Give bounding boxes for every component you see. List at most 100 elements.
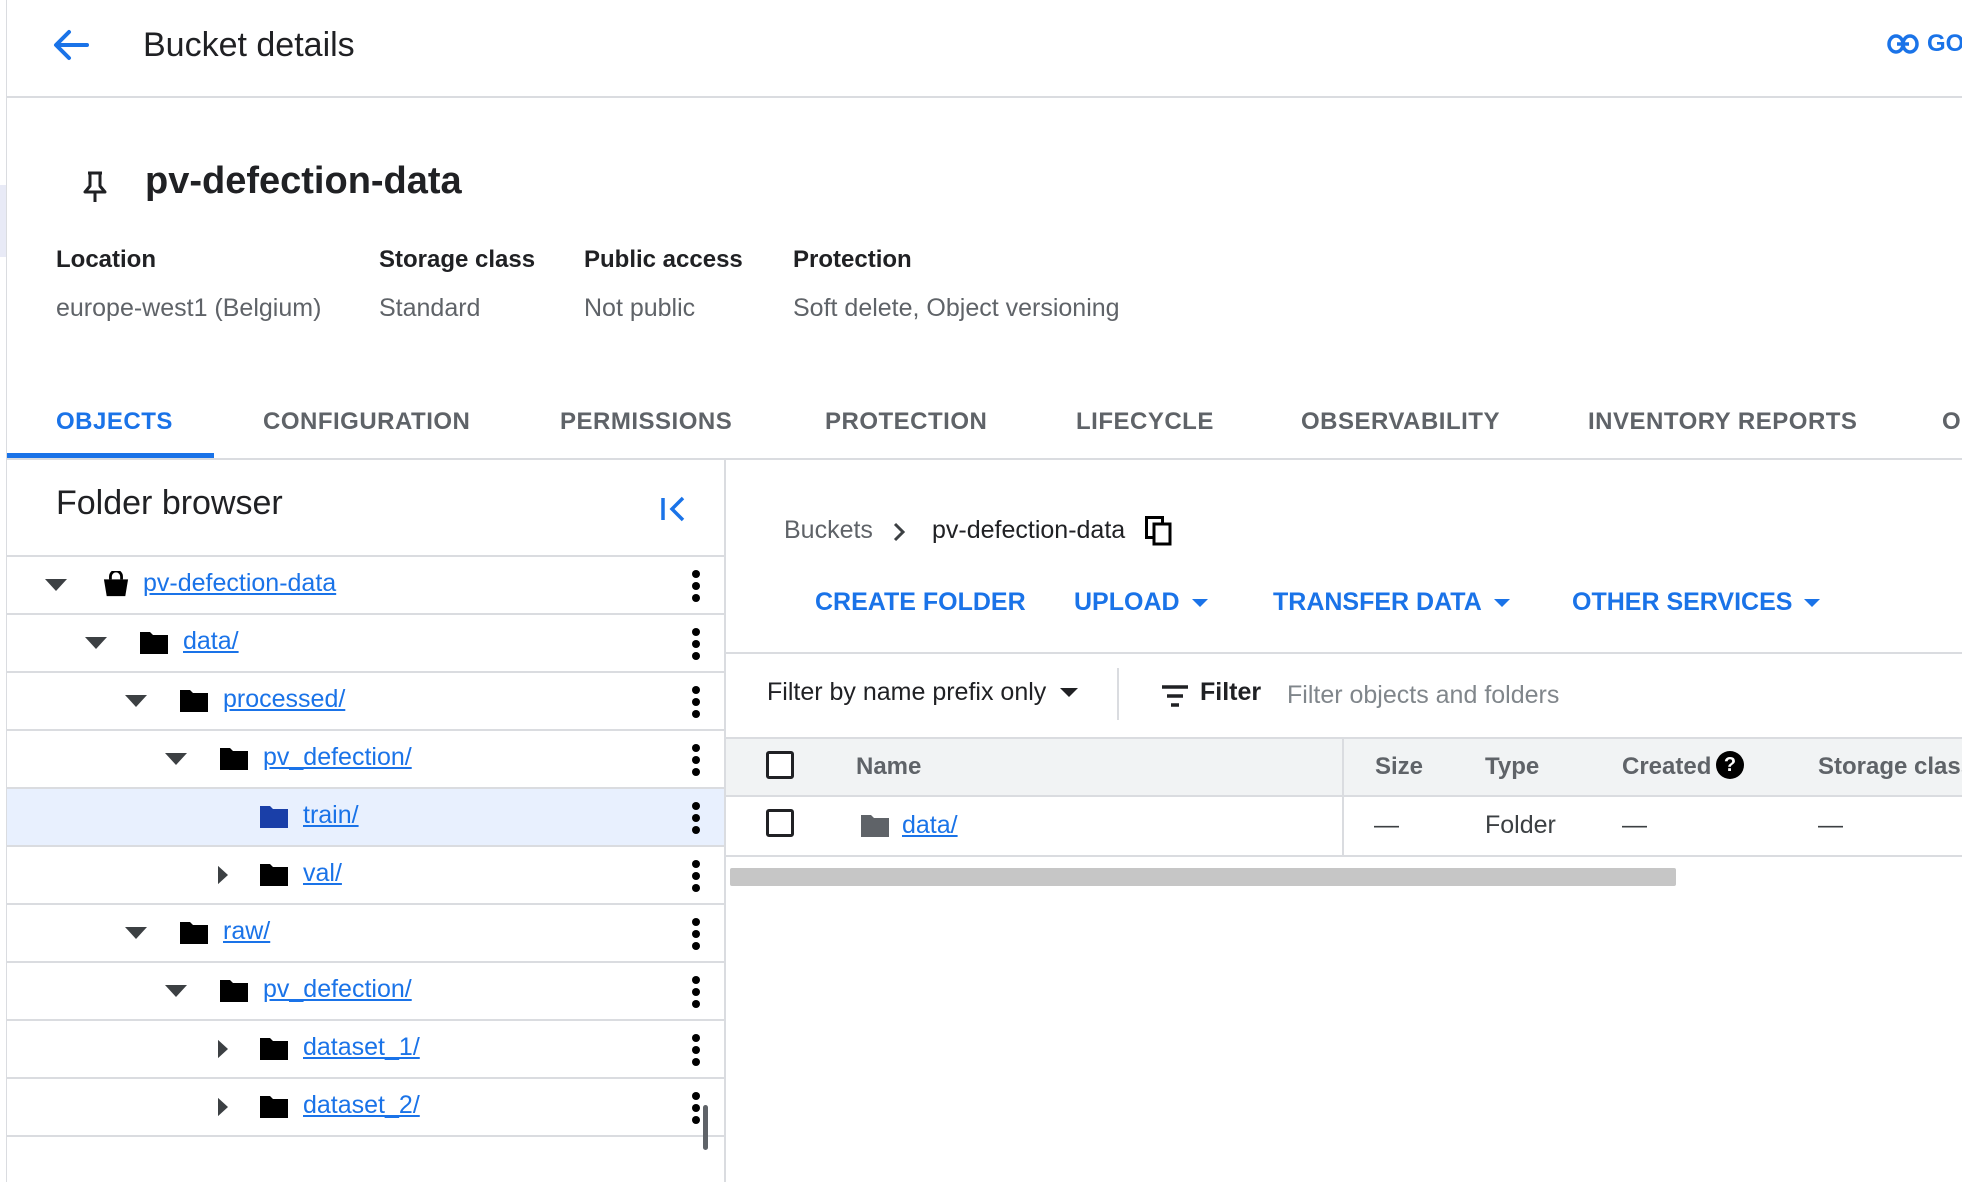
left-edge-marker xyxy=(0,185,6,257)
transfer-data-label: TRANSFER DATA xyxy=(1273,588,1482,616)
more-vert-icon[interactable] xyxy=(691,569,701,603)
tab-configuration[interactable]: CONFIGURATION xyxy=(263,408,470,436)
tree-link-processed[interactable]: processed/ xyxy=(223,685,345,714)
column-size[interactable]: Size xyxy=(1375,753,1423,781)
tab-overflow[interactable]: O xyxy=(1942,408,1961,436)
caret-down-icon[interactable] xyxy=(84,633,108,653)
tree-row-bucket[interactable]: pv-defection-data xyxy=(7,557,724,615)
tree-row-pv-defection[interactable]: pv_defection/ xyxy=(7,731,724,789)
caret-down-icon[interactable] xyxy=(44,575,68,595)
folder-browser-scrollbar[interactable] xyxy=(703,1105,708,1150)
tree-row-val[interactable]: val/ xyxy=(7,847,724,905)
storage-class-value: Standard xyxy=(379,294,481,322)
tree-row-dataset-1[interactable]: dataset_1/ xyxy=(7,1021,724,1079)
create-folder-button[interactable]: CREATE FOLDER xyxy=(815,588,1026,617)
tab-observability[interactable]: OBSERVABILITY xyxy=(1301,408,1500,436)
tree-row-dataset-2[interactable]: dataset_2/ xyxy=(7,1079,724,1137)
dropdown-arrow-icon xyxy=(1191,598,1208,607)
select-all-checkbox[interactable] xyxy=(766,751,794,779)
horizontal-scrollbar[interactable] xyxy=(730,868,1676,886)
caret-right-icon[interactable] xyxy=(211,1039,235,1059)
protection-value: Soft delete, Object versioning xyxy=(793,294,1120,322)
link-icon xyxy=(1887,34,1919,54)
more-vert-icon[interactable] xyxy=(691,917,701,951)
breadcrumb-current: pv-defection-data xyxy=(932,516,1126,544)
tree-row-data[interactable]: data/ xyxy=(7,615,724,673)
column-created[interactable]: Created xyxy=(1622,753,1711,781)
folder-icon xyxy=(260,1038,288,1060)
upload-label: UPLOAD xyxy=(1074,588,1180,616)
dropdown-arrow-icon xyxy=(1060,688,1079,697)
tree-link-raw-pv-defection[interactable]: pv_defection/ xyxy=(263,975,412,1004)
folder-browser-panel: Folder browser pv-defection-data data/ p… xyxy=(7,459,726,1182)
tree-link-pv-defection[interactable]: pv_defection/ xyxy=(263,743,412,772)
folder-icon xyxy=(220,748,248,770)
row-size: — xyxy=(1374,811,1399,839)
copy-icon[interactable] xyxy=(1145,516,1173,546)
tree-link-raw[interactable]: raw/ xyxy=(223,917,270,946)
more-vert-icon[interactable] xyxy=(691,975,701,1009)
tree-link-val[interactable]: val/ xyxy=(303,859,342,888)
tab-inventory-reports[interactable]: INVENTORY REPORTS xyxy=(1588,408,1857,436)
row-type: Folder xyxy=(1485,811,1556,839)
help-icon[interactable]: ? xyxy=(1716,751,1744,779)
header-link-label: GO xyxy=(1927,30,1962,57)
tree-link-pv-defection-data[interactable]: pv-defection-data xyxy=(143,569,336,598)
tree-link-data[interactable]: data/ xyxy=(183,627,239,656)
location-label: Location xyxy=(56,246,156,273)
upload-button[interactable]: UPLOAD xyxy=(1074,588,1208,617)
tree-row-processed[interactable]: processed/ xyxy=(7,673,724,731)
tree-link-dataset-2[interactable]: dataset_2/ xyxy=(303,1091,420,1120)
more-vert-icon[interactable] xyxy=(691,685,701,719)
caret-right-icon[interactable] xyxy=(211,1097,235,1117)
dropdown-arrow-icon xyxy=(1493,598,1510,607)
tree-row-raw[interactable]: raw/ xyxy=(7,905,724,963)
more-vert-icon[interactable] xyxy=(691,859,701,893)
tree-link-train[interactable]: train/ xyxy=(303,801,359,830)
column-storage-class[interactable]: Storage class xyxy=(1818,753,1962,781)
caret-down-icon[interactable] xyxy=(124,691,148,711)
tab-protection[interactable]: PROTECTION xyxy=(825,408,987,436)
tree-row-raw-pv-defection[interactable]: pv_defection/ xyxy=(7,963,724,1021)
row-checkbox[interactable] xyxy=(766,809,794,837)
page-title: Bucket details xyxy=(143,26,355,64)
more-vert-icon[interactable] xyxy=(691,1033,701,1067)
filter-mode-dropdown[interactable]: Filter by name prefix only xyxy=(767,678,1079,707)
more-vert-icon[interactable] xyxy=(691,1091,701,1125)
caret-down-icon[interactable] xyxy=(164,749,188,769)
back-arrow-icon[interactable] xyxy=(45,20,95,70)
pin-icon[interactable] xyxy=(80,170,110,204)
more-vert-icon[interactable] xyxy=(691,627,701,661)
other-services-button[interactable]: OTHER SERVICES xyxy=(1572,588,1821,617)
tab-bar: OBJECTS CONFIGURATION PERMISSIONS PROTEC… xyxy=(7,390,1962,460)
folder-icon xyxy=(260,1096,288,1118)
header-link-button[interactable]: GO xyxy=(1887,30,1962,58)
folder-icon xyxy=(180,922,208,944)
tree-row-train[interactable]: train/ xyxy=(7,789,724,847)
folder-icon xyxy=(260,864,288,886)
bucket-icon xyxy=(103,571,129,597)
top-bar: Bucket details GO xyxy=(7,0,1962,98)
tab-permissions[interactable]: PERMISSIONS xyxy=(560,408,732,436)
folder-icon xyxy=(180,690,208,712)
folder-browser-title: Folder browser xyxy=(56,484,283,522)
caret-right-icon[interactable] xyxy=(211,865,235,885)
collapse-panel-icon[interactable] xyxy=(657,491,693,527)
tab-lifecycle[interactable]: LIFECYCLE xyxy=(1076,408,1214,436)
more-vert-icon[interactable] xyxy=(691,801,701,835)
more-vert-icon[interactable] xyxy=(691,743,701,777)
column-name[interactable]: Name xyxy=(856,753,921,781)
caret-down-icon[interactable] xyxy=(124,923,148,943)
table-row[interactable]: data/ — Folder — — xyxy=(726,795,1962,857)
breadcrumb-buckets[interactable]: Buckets xyxy=(784,516,873,545)
filter-input[interactable] xyxy=(1285,672,1929,718)
tree-link-dataset-1[interactable]: dataset_1/ xyxy=(303,1033,420,1062)
row-name-link[interactable]: data/ xyxy=(902,811,958,840)
tab-objects[interactable]: OBJECTS xyxy=(56,408,173,436)
folder-icon xyxy=(861,815,889,837)
location-value: europe-west1 (Belgium) xyxy=(56,294,322,322)
transfer-data-button[interactable]: TRANSFER DATA xyxy=(1273,588,1510,617)
column-type[interactable]: Type xyxy=(1485,753,1539,781)
caret-down-icon[interactable] xyxy=(164,981,188,1001)
public-access-label: Public access xyxy=(584,246,743,273)
